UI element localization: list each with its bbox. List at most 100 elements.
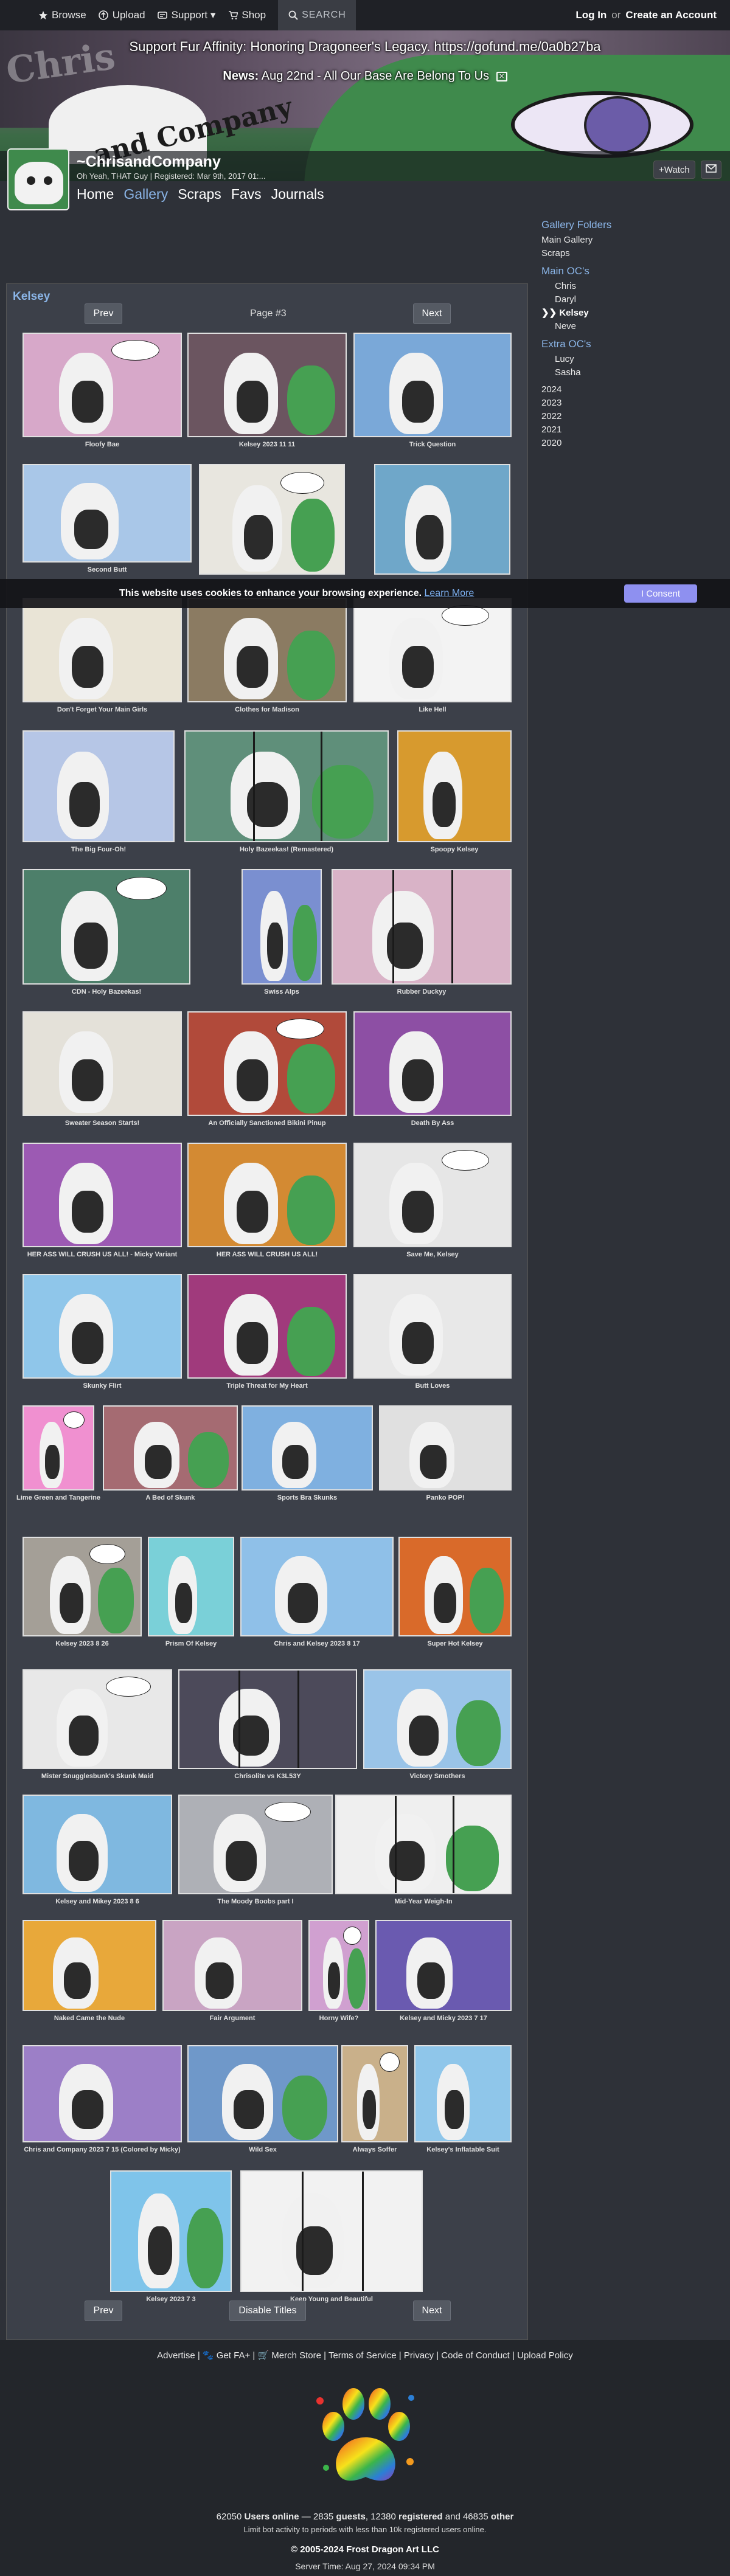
gallery-thumbnail[interactable]: Save Me, Kelsey [353, 1143, 512, 1261]
gallery-thumbnail[interactable]: Kelsey 2023 11 11 [187, 333, 347, 451]
thumbnail-caption[interactable]: Chris and Company 2023 7 15 (Colored by … [10, 2146, 194, 2154]
thumbnail-caption[interactable]: Kelsey and Mikey 2023 8 6 [10, 1898, 184, 1906]
thumbnail-caption[interactable]: Clothes for Madison [175, 706, 359, 714]
thumbnail-caption[interactable]: The Moody Boobs part I [166, 1898, 345, 1906]
gallery-thumbnail[interactable]: Sports Bra Skunks [242, 1405, 373, 1504]
gallery-thumbnail[interactable]: Kelsey 2023 8 26 [23, 1537, 142, 1650]
thumbnail-caption[interactable]: Kelsey's Inflatable Suit [402, 2146, 524, 2154]
thumbnail-image[interactable] [240, 2170, 423, 2292]
thumbnail-caption[interactable]: Mid-Year Weigh-In [323, 1898, 524, 1906]
tab-journals[interactable]: Journals [271, 186, 324, 203]
thumbnail-caption[interactable]: Skunky Flirt [10, 1382, 194, 1390]
thumbnail-image[interactable] [240, 1537, 394, 1636]
thumbnail-caption[interactable]: Kelsey and Micky 2023 7 17 [363, 2015, 524, 2023]
gallery-thumbnail[interactable]: Chris and Company 2023 7 15 (Colored by … [23, 2045, 182, 2156]
thumbnail-image[interactable] [414, 2045, 512, 2142]
thumbnail-image[interactable] [187, 333, 347, 437]
thumbnail-image[interactable] [374, 464, 510, 575]
gallery-thumbnail[interactable] [374, 464, 510, 588]
thumbnail-image[interactable] [23, 2045, 182, 2142]
thumbnail-caption[interactable]: HER ASS WILL CRUSH US ALL! - Micky Varia… [10, 1251, 194, 1259]
gallery-thumbnail[interactable]: Always Soffer [341, 2045, 408, 2156]
thumbnail-caption[interactable]: Sports Bra Skunks [229, 1494, 385, 1502]
folder-daryl[interactable]: Daryl [541, 293, 724, 306]
gallery-thumbnail[interactable]: HER ASS WILL CRUSH US ALL! - Micky Varia… [23, 1143, 182, 1261]
folder-chris[interactable]: Chris [541, 280, 724, 293]
folder-2022[interactable]: 2022 [541, 410, 724, 423]
thumbnail-caption[interactable]: Kelsey 2023 11 11 [175, 441, 359, 449]
thumbnail-caption[interactable]: Butt Loves [341, 1382, 524, 1390]
thumbnail-caption[interactable]: Death By Ass [341, 1120, 524, 1127]
gallery-thumbnail[interactable]: Mid-Year Weigh-In [335, 1795, 512, 1908]
nav-support[interactable]: Support ▾ [151, 0, 222, 30]
thumbnail-caption[interactable]: An Officially Sanctioned Bikini Pinup [175, 1120, 359, 1127]
site-notice[interactable]: Support Fur Affinity: Honoring Dragoneer… [0, 39, 730, 55]
gallery-thumbnail[interactable]: Sweater Season Starts! [23, 1011, 182, 1129]
thumbnail-caption[interactable]: CDN - Holy Bazeekas! [10, 988, 203, 996]
thumbnail-caption[interactable]: Kelsey 2023 8 26 [10, 1640, 154, 1648]
gallery-thumbnail[interactable]: Death By Ass [353, 1011, 512, 1129]
gallery-thumbnail[interactable]: Kelsey's Inflatable Suit [414, 2045, 512, 2156]
gallery-thumbnail[interactable]: Like Hell [353, 598, 512, 716]
next-button-top[interactable]: Next [413, 303, 451, 324]
gallery-thumbnail[interactable]: Wild Sex [187, 2045, 338, 2156]
thumbnail-caption[interactable]: Trick Question [341, 441, 524, 449]
gallery-thumbnail[interactable] [199, 464, 345, 588]
thumbnail-caption[interactable]: Wild Sex [175, 2146, 350, 2154]
folder-main-gallery[interactable]: Main Gallery [541, 234, 724, 247]
thumbnail-image[interactable] [23, 464, 192, 563]
thumbnail-image[interactable] [353, 1274, 512, 1379]
thumbnail-caption[interactable]: Chrisolite vs K3L53Y [166, 1773, 369, 1781]
gallery-thumbnail[interactable]: Skunky Flirt [23, 1274, 182, 1392]
thumbnail-image[interactable] [353, 1143, 512, 1247]
thumbnail-image[interactable] [23, 1011, 182, 1116]
cookie-learn-more-link[interactable]: Learn More [425, 588, 474, 598]
thumbnail-caption[interactable]: Like Hell [341, 706, 524, 714]
folder-sasha[interactable]: Sasha [541, 366, 724, 379]
gallery-thumbnail[interactable]: Kelsey and Micky 2023 7 17 [375, 1920, 512, 2024]
news-text[interactable]: Aug 22nd - All Our Base Are Belong To Us [262, 69, 489, 83]
thumbnail-image[interactable] [363, 1669, 512, 1769]
gallery-thumbnail[interactable]: An Officially Sanctioned Bikini Pinup [187, 1011, 347, 1129]
thumbnail-image[interactable] [23, 1795, 172, 1894]
tab-home[interactable]: Home [77, 186, 114, 203]
thumbnail-image[interactable] [178, 1795, 333, 1894]
gallery-thumbnail[interactable]: Rubber Duckyy [332, 869, 512, 998]
thumbnail-image[interactable] [23, 333, 182, 437]
gallery-thumbnail[interactable]: Trick Question [353, 333, 512, 451]
thumbnail-caption[interactable]: Spoopy Kelsey [385, 846, 524, 854]
thumbnail-image[interactable] [23, 1920, 156, 2011]
gallery-thumbnail[interactable]: Super Hot Kelsey [398, 1537, 512, 1650]
gallery-thumbnail[interactable]: The Moody Boobs part I [178, 1795, 333, 1908]
thumbnail-image[interactable] [379, 1405, 512, 1491]
login-link[interactable]: Log In [575, 9, 607, 21]
gallery-thumbnail[interactable]: Holy Bazeekas! (Remastered) [184, 730, 389, 856]
folder-2023[interactable]: 2023 [541, 396, 724, 410]
thumbnail-caption[interactable]: HER ASS WILL CRUSH US ALL! [175, 1251, 359, 1259]
thumbnail-caption[interactable]: Chris and Kelsey 2023 8 17 [228, 1640, 406, 1648]
thumbnail-image[interactable] [375, 1920, 512, 2011]
thumbnail-image[interactable] [187, 598, 347, 702]
thumbnail-caption[interactable]: Naked Came the Nude [10, 2015, 169, 2023]
thumbnail-caption[interactable]: Sweater Season Starts! [10, 1120, 194, 1127]
gallery-thumbnail[interactable]: The Big Four-Oh! [23, 730, 175, 856]
gallery-thumbnail[interactable]: Chris and Kelsey 2023 8 17 [240, 1537, 394, 1650]
thumbnail-image[interactable] [184, 730, 389, 842]
gallery-thumbnail[interactable]: Swiss Alps [242, 869, 322, 998]
prev-button-top[interactable]: Prev [85, 303, 122, 324]
thumbnail-image[interactable] [148, 1537, 234, 1636]
thumbnail-caption[interactable]: Panko POP! [367, 1494, 524, 1502]
gallery-thumbnail[interactable]: Kelsey 2023 7 3 [110, 2170, 232, 2305]
gallery-thumbnail[interactable]: Horny Wife? [308, 1920, 369, 2024]
tab-favs[interactable]: Favs [231, 186, 262, 203]
gallery-thumbnail[interactable]: Mister Snugglesbunk's Skunk Maid [23, 1669, 172, 1782]
thumbnail-image[interactable] [178, 1669, 357, 1769]
gallery-thumbnail[interactable]: Kelsey and Mikey 2023 8 6 [23, 1795, 172, 1908]
folder-neve[interactable]: Neve [541, 320, 724, 333]
nav-upload[interactable]: Upload [92, 0, 151, 30]
nav-search[interactable]: SEARCH [278, 0, 356, 30]
thumbnail-image[interactable] [23, 1405, 94, 1491]
thumbnail-image[interactable] [23, 1669, 172, 1769]
thumbnail-caption[interactable]: Mister Snugglesbunk's Skunk Maid [10, 1773, 184, 1781]
gallery-thumbnail[interactable]: Naked Came the Nude [23, 1920, 156, 2024]
